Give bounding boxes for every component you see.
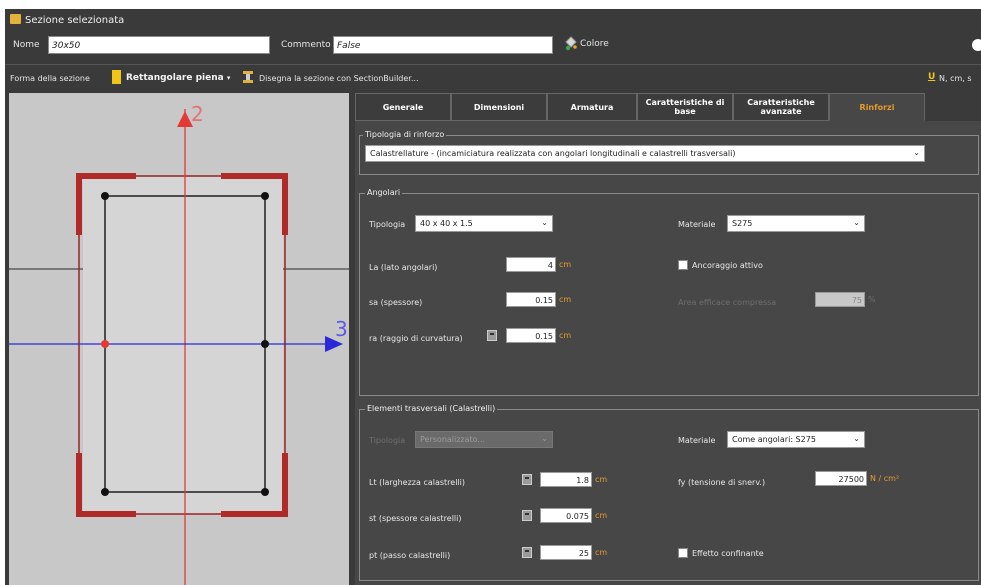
chevron-down-icon: ⌄ [853,218,860,227]
tab-caratteristiche-base[interactable]: Caratteristiche di base [637,93,733,121]
name-input[interactable]: 30x50 [48,36,270,54]
st-input[interactable]: 0.075 [540,508,592,523]
pt-label: pt (passo calastrelli) [369,551,451,560]
la-label: La (lato angolari) [369,263,438,272]
app-window: Sezione selezionata Nome 30x50 Commento … [5,9,981,585]
axis-2-label: 2 [191,102,204,126]
paint-bucket-icon [565,36,577,51]
toggle-circle[interactable] [972,39,981,51]
st-unit: cm [595,511,608,520]
tab-caratteristiche-avanzate[interactable]: Caratteristiche avanzate [733,93,829,121]
rebar [101,488,109,496]
anchor-checkbox[interactable] [678,260,688,270]
lt-input[interactable]: 1.8 [540,472,592,487]
angles-material-label: Materiale [678,220,716,229]
chevron-down-icon: ⌄ [853,434,860,443]
fy-input[interactable]: 27500 [815,471,867,486]
panel-title: Sezione selezionata [25,15,125,26]
fy-label: fy (tensione di snerv.) [678,478,766,487]
transversal-tipologia-select: Personalizzato... ⌄ [415,431,553,448]
divider [5,64,981,65]
angles-material-value: S275 [732,219,753,228]
transversal-title: Elementi trasversali (Calastrelli) [365,404,498,413]
dropdown-arrow-icon: ▾ [226,74,231,82]
section-fill [83,176,283,514]
angles-tipologia-label: Tipologia [369,220,406,229]
name-label: Nome [13,40,40,50]
units-label[interactable]: N, cm, s [939,74,972,83]
fy-unit: N / cm² [870,474,900,483]
confining-checkbox[interactable] [678,548,688,558]
confining-label: Effetto confinante [692,549,764,558]
comment-input[interactable]: False [333,36,553,54]
transversal-material-select[interactable]: Come angolari: S275 ⌄ [727,431,865,448]
transversal-material-label: Materiale [678,436,716,445]
shape-value: Rettangolare piena [126,73,224,83]
rebar [261,340,269,348]
sa-input[interactable]: 0.15 [506,292,556,307]
la-unit: cm [559,260,572,269]
chevron-down-icon: ⌄ [541,434,548,443]
reinforcement-type-select[interactable]: Calastrellature - (incamiciatura realizz… [365,145,925,162]
section-canvas[interactable]: 2 3 [9,93,349,585]
rebar [261,192,269,200]
pt-unit: cm [595,548,608,557]
axis-3-label: 3 [335,317,348,341]
chevron-down-icon: ⌄ [541,218,548,227]
calculator-icon[interactable] [487,330,497,341]
chevron-down-icon: ⌄ [913,148,920,157]
transversal-tipologia-value: Personalizzato... [420,435,486,444]
ra-input[interactable]: 0.15 [506,328,556,343]
sa-unit: cm [559,295,572,304]
reinforcement-type-value: Calastrellature - (incamiciatura realizz… [370,149,736,158]
effective-area-input: 75 [815,292,865,307]
comment-label: Commento [281,40,331,50]
sectionbuilder-icon[interactable] [241,70,255,84]
rebar-selected [101,340,109,348]
shape-label: Forma della sezione [10,74,90,83]
transversal-material-value: Come angolari: S275 [732,435,816,444]
anchor-label: Ancoraggio attivo [692,261,763,270]
units-icon[interactable]: U [928,72,935,82]
pt-input[interactable]: 25 [540,545,592,560]
sectionbuilder-link[interactable]: Disegna la sezione con SectionBuilder... [259,74,419,83]
lt-label: Lt (larghezza calastrelli) [369,478,465,487]
la-input[interactable]: 4 [506,257,556,272]
st-label: st (spessore calastrelli) [369,514,462,523]
color-label: Colore [580,39,609,49]
tab-dimensioni[interactable]: Dimensioni [451,93,547,121]
shape-selector[interactable]: Rettangolare piena ▾ [126,73,230,83]
effective-area-unit: % [868,295,876,304]
reinforcement-type-title: Tipologia di rinforzo [363,130,447,139]
rebar [101,192,109,200]
ra-label: ra (raggio di curvatura) [369,334,463,343]
calculator-icon[interactable] [522,547,532,558]
calculator-icon[interactable] [522,474,532,485]
angles-tipologia-value: 40 x 40 x 1.5 [420,219,473,228]
angles-title: Angolari [365,188,403,197]
tab-generale[interactable]: Generale [355,93,451,121]
tab-armatura[interactable]: Armatura [547,93,637,121]
rebar [261,488,269,496]
section-icon [10,14,21,24]
rectangle-shape-icon [112,70,121,84]
sa-label: sa (spessore) [369,298,423,307]
calculator-icon[interactable] [522,510,532,521]
transversal-tipologia-label: Tipologia [369,436,406,445]
angles-material-select[interactable]: S275 ⌄ [727,215,865,232]
effective-area-label: Area efficace compressa [678,298,777,307]
lt-unit: cm [595,475,608,484]
angles-tipologia-select[interactable]: 40 x 40 x 1.5 ⌄ [415,215,553,232]
tab-rinforzi[interactable]: Rinforzi [829,93,925,121]
ra-unit: cm [559,331,572,340]
